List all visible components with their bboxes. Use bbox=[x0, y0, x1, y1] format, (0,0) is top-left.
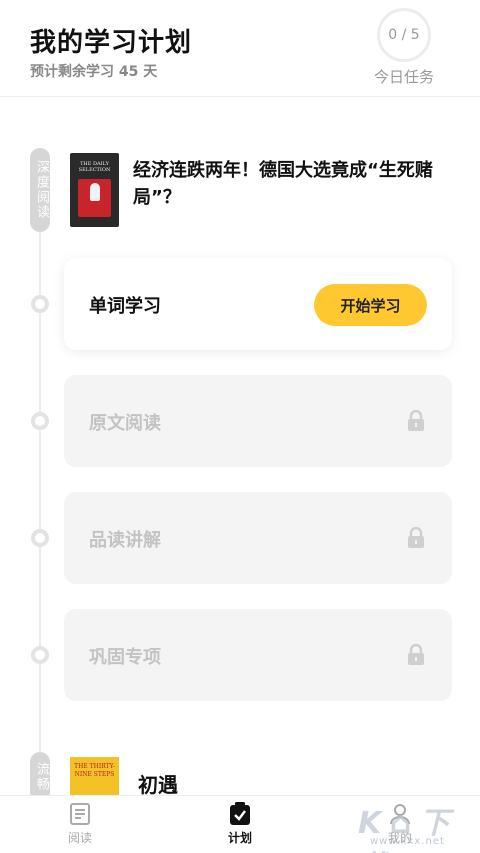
task-progress-text: 0 / 5 bbox=[388, 27, 420, 43]
timeline-line bbox=[39, 150, 41, 790]
task-label[interactable]: 今日任务 bbox=[362, 66, 446, 87]
tab-plan[interactable]: 计划 bbox=[210, 802, 270, 846]
book-cover-title: THE DAILY SELECTION bbox=[78, 161, 111, 173]
timeline-dot bbox=[31, 529, 49, 547]
remaining-days: 预计剩余学习 45 天 bbox=[30, 64, 158, 80]
book-icon bbox=[70, 803, 90, 825]
timeline-dot bbox=[31, 295, 49, 313]
watermark: K ⌂ 下载 www.kkx.net bbox=[358, 798, 476, 853]
start-learning-button[interactable]: 开始学习 bbox=[314, 284, 427, 326]
watermark-url: www.kkx.net bbox=[370, 836, 445, 847]
step-card-consolidation[interactable]: 巩固专项 bbox=[64, 609, 452, 701]
tab-read-label: 阅读 bbox=[67, 831, 92, 845]
book-title[interactable]: 初遇 bbox=[138, 769, 178, 798]
step-label: 单词学习 bbox=[89, 296, 161, 317]
clipboard-check-icon bbox=[230, 802, 250, 825]
step-card-vocabulary[interactable]: 单词学习 开始学习 bbox=[64, 258, 452, 350]
step-label: 品读讲解 bbox=[89, 530, 161, 551]
task-progress-ring[interactable]: 0 / 5 bbox=[377, 8, 431, 62]
lock-icon bbox=[408, 410, 424, 431]
tab-plan-label: 计划 bbox=[227, 831, 252, 845]
page-title: 我的学习计划 bbox=[30, 28, 193, 58]
book-cover[interactable]: THE DAILY SELECTION bbox=[70, 153, 119, 227]
timeline-dot bbox=[31, 412, 49, 430]
lock-icon bbox=[408, 644, 424, 665]
lock-icon bbox=[408, 527, 424, 548]
section-tag-deep-reading: 深度阅读 bbox=[30, 148, 50, 232]
step-label: 巩固专项 bbox=[89, 647, 161, 668]
step-card-original-reading[interactable]: 原文阅读 bbox=[64, 375, 452, 467]
cover-figure bbox=[90, 183, 100, 201]
header: 我的学习计划 预计剩余学习 45 天 0 / 5 今日任务 bbox=[0, 0, 480, 97]
step-label: 原文阅读 bbox=[89, 413, 161, 434]
article-title[interactable]: 经济连跌两年！德国大选竟成“生死赌局”？ bbox=[133, 157, 463, 211]
tab-read[interactable]: 阅读 bbox=[50, 802, 110, 846]
book-cover-title: THE THIRTY-NINE STEPS bbox=[74, 763, 115, 778]
book-cover[interactable]: THE THIRTY-NINE STEPS bbox=[70, 757, 119, 797]
step-card-explanation[interactable]: 品读讲解 bbox=[64, 492, 452, 584]
timeline-dot bbox=[31, 646, 49, 664]
